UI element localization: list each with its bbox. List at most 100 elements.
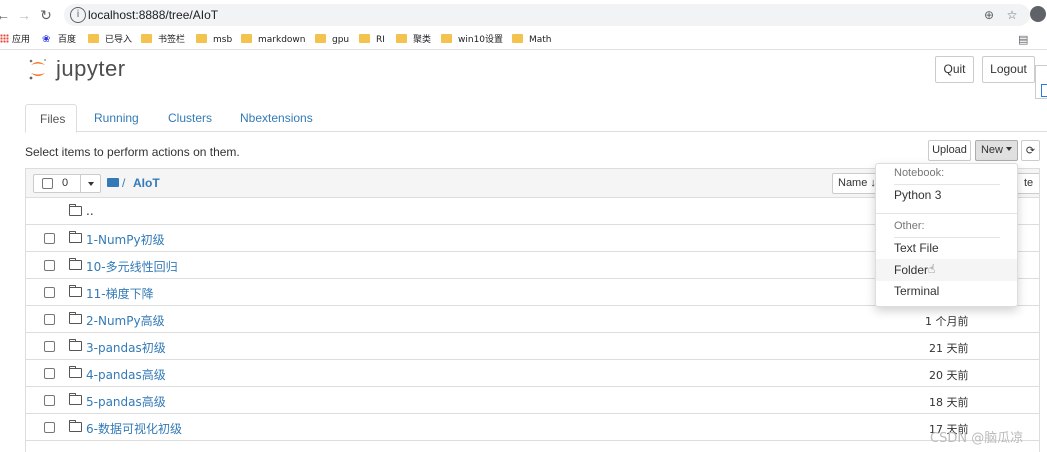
folder-icon bbox=[512, 34, 523, 43]
forward-icon[interactable]: → bbox=[15, 6, 33, 24]
reload-icon[interactable]: ↻ bbox=[37, 6, 55, 24]
watermark: CSDN @脑瓜凉 bbox=[930, 431, 1024, 446]
bookmark-markdown[interactable]: markdown bbox=[241, 33, 305, 47]
bookmark-win10[interactable]: win10设置 bbox=[441, 33, 503, 47]
breadcrumb-separator: / bbox=[122, 176, 126, 190]
bookmark-bar-folder[interactable]: 书签栏 bbox=[141, 33, 185, 47]
row-checkbox[interactable] bbox=[44, 395, 55, 406]
star-icon[interactable]: ☆ bbox=[1004, 7, 1020, 23]
item-modified: 1 个月前 bbox=[925, 315, 969, 328]
bookmark-msb[interactable]: msb bbox=[196, 33, 232, 47]
quit-button[interactable]: Quit bbox=[935, 56, 974, 83]
apps-icon bbox=[0, 34, 9, 43]
select-all-control[interactable]: 0 bbox=[33, 174, 101, 193]
divider bbox=[876, 213, 1017, 214]
new-dropdown-menu: Notebook: Python 3 Other: Text File Fold… bbox=[875, 163, 1018, 307]
row-checkbox[interactable] bbox=[44, 287, 55, 298]
url-text[interactable]: localhost:8888/tree/AIoT bbox=[88, 8, 218, 22]
tab-running[interactable]: Running bbox=[80, 104, 153, 132]
logo-text: jupyter bbox=[56, 56, 126, 81]
jupyter-logo-icon bbox=[29, 59, 46, 80]
tab-nbextensions[interactable]: Nbextensions bbox=[226, 104, 327, 132]
list-item[interactable]: 4-pandas高级 20 天前 bbox=[26, 360, 1039, 387]
bookmark-gpu[interactable]: gpu bbox=[315, 33, 349, 47]
sort-modified-label: te bbox=[1024, 177, 1034, 189]
item-modified: 20 天前 bbox=[929, 369, 969, 382]
breadcrumb-folder-icon[interactable] bbox=[107, 178, 119, 187]
bookmark-ri[interactable]: RI bbox=[359, 33, 385, 47]
row-checkbox[interactable] bbox=[44, 422, 55, 433]
folder-icon bbox=[69, 204, 82, 216]
item-name[interactable]: 2-NumPy高级 bbox=[86, 312, 165, 329]
folder-icon bbox=[315, 34, 326, 43]
zoom-icon[interactable]: ⊕ bbox=[981, 7, 997, 23]
list-item[interactable]: 2-NumPy高级 1 个月前 bbox=[26, 306, 1039, 333]
select-dropdown-toggle[interactable] bbox=[80, 175, 101, 192]
item-name[interactable]: .. bbox=[86, 204, 94, 218]
row-checkbox[interactable] bbox=[44, 260, 55, 271]
site-info-icon[interactable]: i bbox=[70, 7, 86, 23]
list-item[interactable]: 5-pandas高级 18 天前 bbox=[26, 387, 1039, 414]
item-name[interactable]: 10-多元线性回归 bbox=[86, 258, 178, 275]
bookmark-math[interactable]: Math bbox=[512, 33, 552, 47]
folder-icon bbox=[396, 34, 407, 43]
folder-icon bbox=[69, 393, 82, 405]
chevron-down-icon bbox=[1006, 147, 1012, 151]
folder-icon bbox=[69, 339, 82, 351]
item-modified: 21 天前 bbox=[929, 342, 969, 355]
list-item[interactable]: 6-数据可视化初级 17 天前 bbox=[26, 414, 1039, 441]
refresh-icon: ⟳ bbox=[1025, 144, 1036, 157]
tab-bar: Files Running Clusters Nbextensions bbox=[25, 104, 1047, 133]
folder-icon bbox=[69, 312, 82, 324]
select-all-checkbox[interactable] bbox=[42, 178, 53, 189]
folder-icon bbox=[88, 34, 99, 43]
folder-icon bbox=[69, 420, 82, 432]
folder-icon bbox=[69, 366, 82, 378]
logout-button[interactable]: Logout bbox=[982, 56, 1035, 83]
folder-icon bbox=[141, 34, 152, 43]
baidu-icon: ❀ bbox=[42, 34, 51, 45]
row-checkbox[interactable] bbox=[44, 368, 55, 379]
new-text-file-item[interactable]: Text File bbox=[876, 237, 1017, 259]
folder-icon bbox=[196, 34, 207, 43]
row-checkbox[interactable] bbox=[44, 314, 55, 325]
reading-list-icon[interactable]: ▤ bbox=[1018, 33, 1028, 47]
breadcrumb-current-dir[interactable]: AIoT bbox=[133, 176, 160, 190]
hand-cursor-icon: ☝ bbox=[928, 262, 936, 276]
new-python3-item[interactable]: Python 3 bbox=[876, 184, 1017, 206]
sort-name-label: Name bbox=[838, 177, 868, 189]
folder-icon bbox=[69, 285, 82, 297]
tab-files[interactable]: Files bbox=[25, 104, 77, 133]
item-name[interactable]: 11-梯度下降 bbox=[86, 285, 154, 302]
item-name[interactable]: 5-pandas高级 bbox=[86, 393, 166, 410]
folder-icon bbox=[441, 34, 452, 43]
folder-icon bbox=[69, 231, 82, 243]
item-name[interactable]: 3-pandas初级 bbox=[86, 339, 166, 356]
profile-avatar-icon[interactable] bbox=[1030, 6, 1046, 22]
bookmark-imported[interactable]: 已导入 bbox=[88, 33, 132, 47]
bookmark-clustering[interactable]: 聚类 bbox=[396, 33, 431, 47]
item-name[interactable]: 1-NumPy初级 bbox=[86, 231, 165, 248]
selected-count: 0 bbox=[62, 177, 69, 189]
item-name[interactable]: 4-pandas高级 bbox=[86, 366, 166, 383]
folder-icon bbox=[69, 258, 82, 270]
list-item[interactable]: 3-pandas初级 21 天前 bbox=[26, 333, 1039, 360]
item-name[interactable]: 6-数据可视化初级 bbox=[86, 420, 182, 437]
bookmark-apps[interactable]: 应用 bbox=[0, 33, 30, 47]
new-terminal-item[interactable]: Terminal bbox=[876, 280, 1017, 302]
bookmark-baidu[interactable]: ❀ 百度 bbox=[42, 33, 76, 47]
row-checkbox[interactable] bbox=[44, 233, 55, 244]
tab-clusters[interactable]: Clusters bbox=[154, 104, 226, 132]
folder-icon bbox=[241, 34, 252, 43]
folder-icon bbox=[359, 34, 370, 43]
side-panel-input-fragment bbox=[1041, 84, 1047, 97]
back-icon[interactable]: ← bbox=[0, 6, 12, 24]
refresh-button[interactable]: ⟳ bbox=[1021, 140, 1040, 161]
new-button[interactable]: New bbox=[975, 140, 1018, 161]
address-bar[interactable]: i localhost:8888/tree/AIoT ⊕ ☆ bbox=[64, 4, 1030, 26]
new-folder-item[interactable]: Folder bbox=[876, 259, 1017, 281]
chevron-down-icon bbox=[88, 182, 94, 186]
upload-button[interactable]: Upload bbox=[928, 140, 971, 161]
browser-toolbar: ← → ↻ i localhost:8888/tree/AIoT ⊕ ☆ bbox=[0, 0, 1047, 30]
row-checkbox[interactable] bbox=[44, 341, 55, 352]
